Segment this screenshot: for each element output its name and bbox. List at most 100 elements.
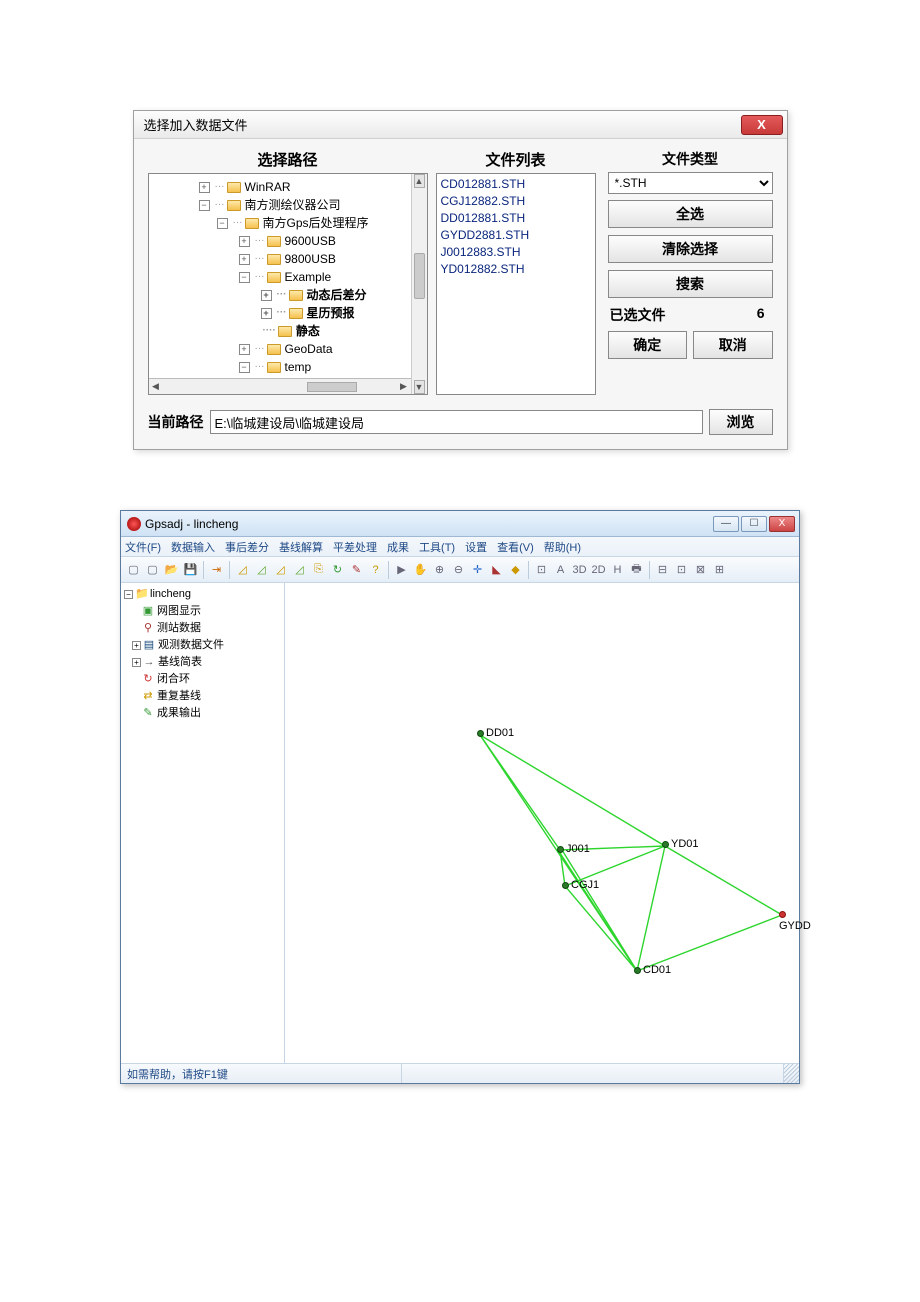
menu-item[interactable]: 查看(V) [497,539,534,555]
tree-node[interactable]: 闭合环 [157,671,190,688]
maximize-button[interactable]: ☐ [741,516,767,532]
hand-icon[interactable]: ✋ [412,561,429,578]
hscrollbar[interactable]: ◀▶ [149,378,411,394]
tree-node[interactable]: 动态后差分 [307,286,367,304]
measure-icon[interactable]: ◆ [507,561,524,578]
layout2-icon[interactable]: ⊡ [673,561,690,578]
node-j001[interactable]: J001 [557,843,590,855]
tree-node[interactable]: Example [285,268,332,286]
menu-item[interactable]: 工具(T) [419,539,455,555]
layout4-icon[interactable]: ⊞ [711,561,728,578]
network-canvas[interactable]: DD01 J001 YD01 CGJ1 GYDD CD01 [285,583,799,1063]
flag4-icon[interactable]: ◿ [291,561,308,578]
cancel-button[interactable]: 取消 [693,331,773,359]
tree-root[interactable]: lincheng [150,586,191,603]
mode-h-icon[interactable]: H [609,561,626,578]
target-icon[interactable]: ✛ [469,561,486,578]
node-cgj1[interactable]: CGJ1 [562,879,599,891]
tree-node[interactable]: 星历预报 [307,304,355,322]
menu-item[interactable]: 数据输入 [171,539,215,555]
node-dd01[interactable]: DD01 [477,727,514,739]
zoomout-icon[interactable]: ⊖ [450,561,467,578]
extent-icon[interactable]: ⊡ [533,561,550,578]
dialog-titlebar: 选择加入数据文件 X [134,111,787,139]
help-icon[interactable]: ? [367,561,384,578]
open-icon[interactable]: 📂 [163,561,180,578]
menu-item[interactable]: 成果 [387,539,409,555]
menu-item[interactable]: 文件(F) [125,539,161,555]
filetype-select[interactable]: *.STH [608,172,773,194]
tree-node[interactable]: 重复基线 [157,688,201,705]
new-icon[interactable]: ▢ [125,561,142,578]
tree-node[interactable]: GeoData [285,340,333,358]
file-list[interactable]: CD012881.STH CGJ12882.STH DD012881.STH G… [436,173,596,395]
close-button[interactable]: X [769,516,795,532]
menu-item[interactable]: 基线解算 [279,539,323,555]
tree-node[interactable]: 基线简表 [158,654,202,671]
copy-icon[interactable]: ⎘ [310,561,327,578]
new2-icon[interactable]: ▢ [144,561,161,578]
menu-item[interactable]: 平差处理 [333,539,377,555]
tree-node[interactable]: 成果输出 [157,705,201,722]
pointer-icon[interactable]: ▶ [393,561,410,578]
close-button[interactable]: X [741,115,783,135]
filelist-header: 文件列表 [436,149,596,170]
node-cd01[interactable]: CD01 [634,964,671,976]
file-item[interactable]: CD012881.STH [441,176,591,193]
folder-tree[interactable]: +···WinRAR −···南方测绘仪器公司 −···南方Gps后处理程序 +… [148,173,428,395]
layout1-icon[interactable]: ⊟ [654,561,671,578]
statusbar: 如需帮助，请按F1键 [121,1063,799,1083]
ok-button[interactable]: 确定 [608,331,688,359]
mode-a-icon[interactable]: A [552,561,569,578]
search-button[interactable]: 搜索 [608,270,773,298]
zoomin-icon[interactable]: ⊕ [431,561,448,578]
flag3-icon[interactable]: ◿ [272,561,289,578]
export-icon[interactable]: ⇥ [208,561,225,578]
window-title: Gpsadj - lincheng [145,517,238,531]
dialog-title: 选择加入数据文件 [144,115,248,134]
clear-selection-button[interactable]: 清除选择 [608,235,773,263]
tree-node[interactable]: 静态 [296,322,320,340]
gpsadj-window: Gpsadj - lincheng — ☐ X 文件(F) 数据输入 事后差分 … [120,510,800,1084]
pencil-icon[interactable]: ✎ [348,561,365,578]
save-icon[interactable]: 💾 [182,561,199,578]
mode-2d-icon[interactable]: 2D [590,561,607,578]
tree-node[interactable]: 观测数据文件 [158,637,224,654]
refresh-icon[interactable]: ↻ [329,561,346,578]
tree-node[interactable]: 南方Gps后处理程序 [263,214,369,232]
tree-node[interactable]: 测站数据 [157,620,201,637]
network-graph [285,583,799,1063]
menu-item[interactable]: 帮助(H) [544,539,581,555]
node-yd01[interactable]: YD01 [662,838,699,850]
resize-grip-icon[interactable] [783,1064,799,1083]
layout3-icon[interactable]: ⊠ [692,561,709,578]
vscrollbar[interactable]: ▲▼ [411,174,427,394]
tree-node[interactable]: temp [285,358,312,376]
file-item[interactable]: CGJ12882.STH [441,193,591,210]
print-icon[interactable]: 🖶 [628,561,645,578]
tree-node[interactable]: 9800USB [285,250,336,268]
flag1-icon[interactable]: ◿ [234,561,251,578]
menu-item[interactable]: 设置 [465,539,487,555]
flag2-icon[interactable]: ◿ [253,561,270,578]
tree-node[interactable]: 网图显示 [157,603,201,620]
current-path-input[interactable] [210,410,703,434]
file-item[interactable]: YD012882.STH [441,261,591,278]
minimize-button[interactable]: — [713,516,739,532]
project-tree[interactable]: −📁lincheng ▣网图显示 ⚲测站数据 +▤观测数据文件 +→基线简表 ↻… [121,583,285,1063]
app-icon [127,517,141,531]
mode-3d-icon[interactable]: 3D [571,561,588,578]
current-path-label: 当前路径 [148,412,204,432]
node-gydd[interactable]: GYDD [779,908,811,932]
file-item[interactable]: DD012881.STH [441,210,591,227]
select-all-button[interactable]: 全选 [608,200,773,228]
status-text: 如需帮助，请按F1键 [121,1066,401,1082]
tree-node[interactable]: WinRAR [245,178,291,196]
file-item[interactable]: J0012883.STH [441,244,591,261]
browse-button[interactable]: 浏览 [709,409,773,435]
menu-item[interactable]: 事后差分 [225,539,269,555]
file-item[interactable]: GYDD2881.STH [441,227,591,244]
tree-node[interactable]: 9600USB [285,232,336,250]
eraser-icon[interactable]: ◣ [488,561,505,578]
tree-node[interactable]: 南方测绘仪器公司 [245,196,341,214]
